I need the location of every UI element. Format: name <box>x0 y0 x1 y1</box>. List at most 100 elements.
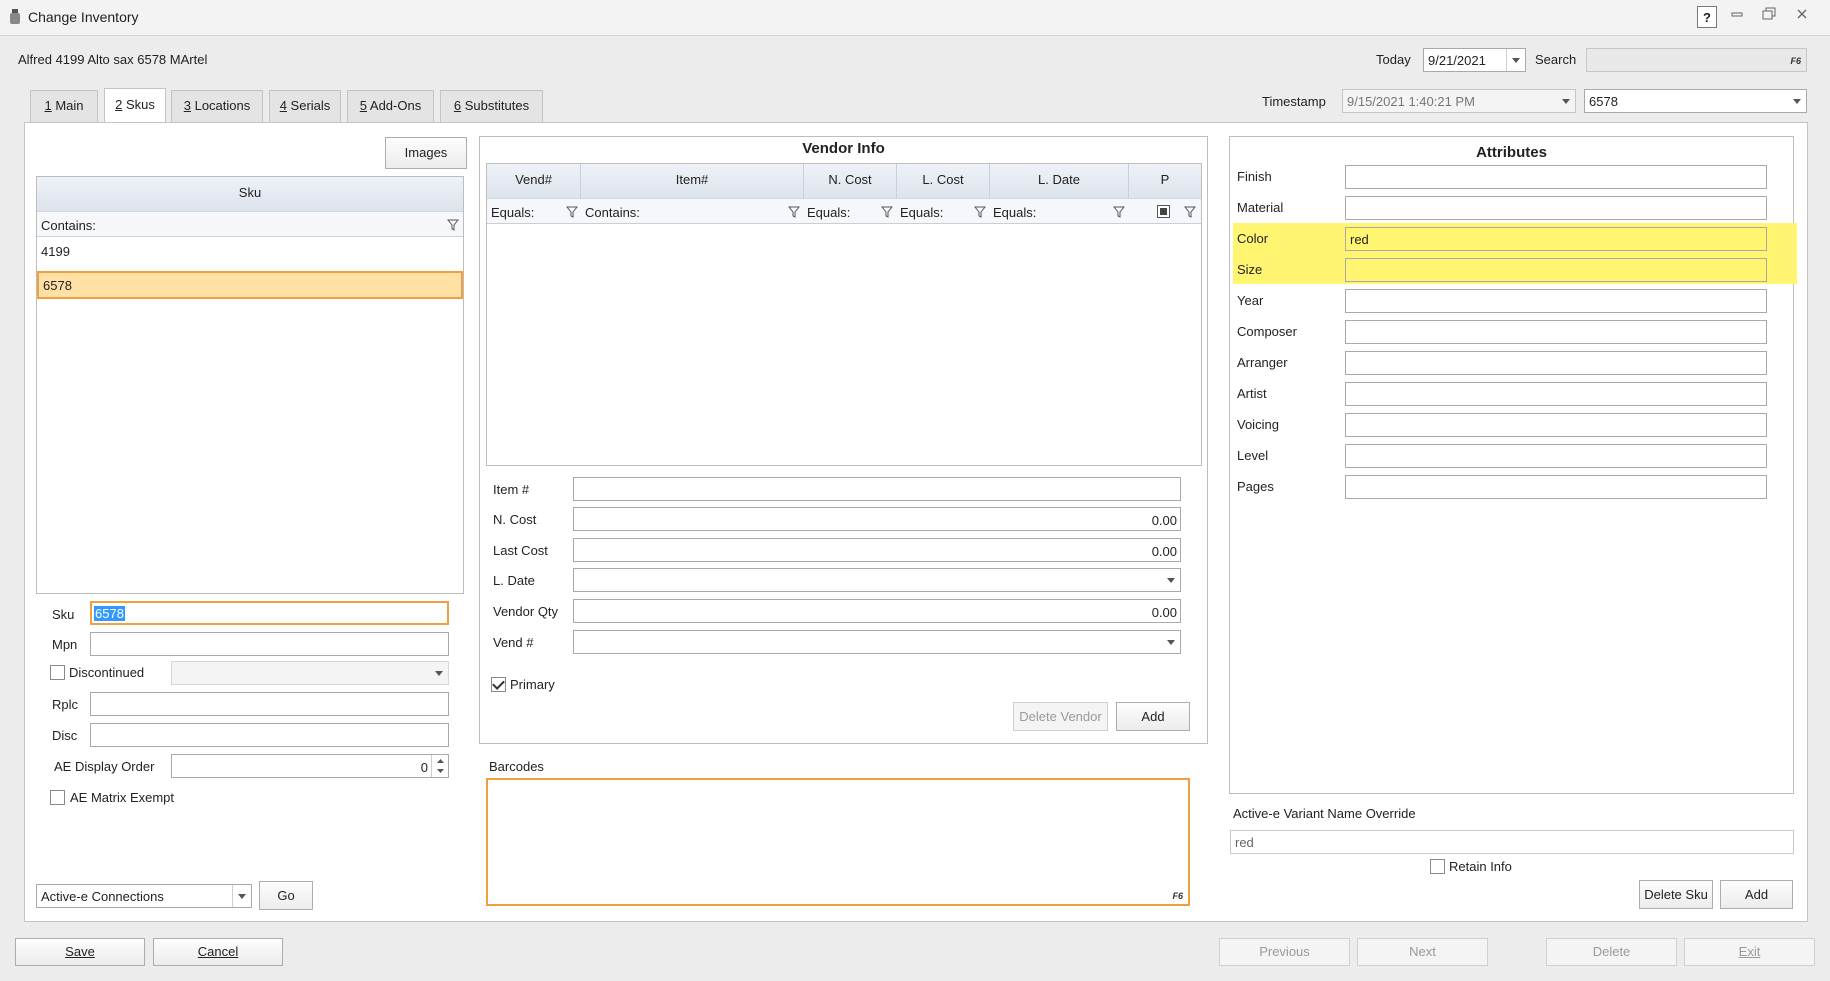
retain-info-label: Retain Info <box>1449 859 1512 874</box>
vendor-info-title: Vendor Info <box>802 140 885 157</box>
add-sku-button[interactable]: Add <box>1720 880 1793 909</box>
attributes-title: Attributes <box>1476 144 1547 161</box>
attribute-input-arranger[interactable] <box>1345 351 1767 375</box>
ncost-label: N. Cost <box>493 512 537 527</box>
ae-matrix-exempt-checkbox[interactable] <box>50 790 65 805</box>
attribute-label-level: Level <box>1237 448 1269 463</box>
next-button[interactable]: Next <box>1357 938 1488 966</box>
sku-input[interactable]: 6578 <box>90 601 449 625</box>
search-input[interactable]: F6 <box>1586 48 1807 72</box>
app-icon <box>10 9 20 24</box>
barcodes-textarea[interactable]: F6 <box>486 778 1190 906</box>
attribute-label-composer: Composer <box>1237 324 1297 339</box>
images-button[interactable]: Images <box>385 137 467 169</box>
tab-skus[interactable]: 2 Skus <box>104 88 166 123</box>
last-cost-label: Last Cost <box>493 543 548 558</box>
chevron-down-icon[interactable] <box>430 662 448 684</box>
help-button[interactable]: ? <box>1697 6 1717 28</box>
primary-checkbox[interactable] <box>491 677 506 692</box>
ldate-picker[interactable] <box>573 568 1181 592</box>
ncost-input[interactable]: 0.00 <box>573 507 1181 531</box>
attribute-input-voicing[interactable] <box>1345 413 1767 437</box>
column-header-vend[interactable]: Vend# <box>487 164 581 198</box>
today-label: Today <box>1376 52 1411 67</box>
tab-add-ons[interactable]: 5 Add-Ons <box>347 90 434 122</box>
item-number-input[interactable] <box>573 477 1181 501</box>
sku-column-header[interactable]: Sku <box>37 177 463 211</box>
discontinued-checkbox[interactable] <box>50 665 65 680</box>
cancel-button[interactable]: Cancel <box>153 938 283 966</box>
last-cost-input[interactable]: 0.00 <box>573 538 1181 562</box>
filter-icon[interactable] <box>566 206 578 218</box>
attribute-input-year[interactable] <box>1345 289 1767 313</box>
add-vendor-button[interactable]: Add <box>1116 702 1190 731</box>
variant-override-input[interactable]: red <box>1230 830 1794 854</box>
stepper-arrows[interactable] <box>431 755 448 777</box>
attribute-input-artist[interactable] <box>1345 382 1767 406</box>
filter-icon[interactable] <box>1113 206 1125 218</box>
table-row-selected[interactable]: 6578 <box>37 271 463 299</box>
disc-label: Disc <box>52 728 78 743</box>
exit-button[interactable]: Exit <box>1684 938 1815 966</box>
column-header-primary[interactable]: P <box>1129 164 1201 198</box>
sku-select[interactable]: 6578 <box>1584 89 1807 113</box>
minimize-icon[interactable] <box>1725 6 1749 28</box>
mpn-input[interactable] <box>90 632 449 656</box>
column-header-ldate[interactable]: L. Date <box>990 164 1129 198</box>
title-bar: Change Inventory ? <box>0 0 1830 36</box>
today-date-picker[interactable]: 9/21/2021 <box>1423 48 1526 72</box>
chevron-down-icon[interactable] <box>1162 569 1180 591</box>
attribute-input-color[interactable]: red <box>1345 227 1767 251</box>
attribute-label-material: Material <box>1237 200 1284 215</box>
timestamp-select[interactable]: 9/15/2021 1:40:21 PM <box>1342 89 1576 113</box>
attribute-input-material[interactable] <box>1345 196 1767 220</box>
table-row[interactable]: 4199 <box>37 237 463 265</box>
chevron-down-icon[interactable] <box>1162 631 1180 653</box>
chevron-down-icon[interactable] <box>1788 90 1806 112</box>
item-title: Alfred 4199 Alto sax 6578 MArtel <box>18 52 208 67</box>
filter-icon[interactable] <box>447 219 459 231</box>
tab-main[interactable]: 1 Main <box>30 90 98 122</box>
f6-hint: F6 <box>1172 891 1183 901</box>
primary-label: Primary <box>510 677 555 692</box>
go-button[interactable]: Go <box>259 881 313 910</box>
retain-info-checkbox[interactable] <box>1430 859 1445 874</box>
restore-icon[interactable] <box>1757 6 1781 28</box>
tab-locations[interactable]: 3 Locations <box>171 90 263 122</box>
column-header-lcost[interactable]: L. Cost <box>897 164 990 198</box>
sku-grid: Sku Contains: 4199 6578 <box>36 176 464 594</box>
connections-select[interactable]: Active-e Connections <box>36 884 252 908</box>
ae-display-order-stepper[interactable]: 0 <box>171 754 449 778</box>
column-header-ncost[interactable]: N. Cost <box>804 164 897 198</box>
attribute-label-voicing: Voicing <box>1237 417 1279 432</box>
chevron-down-icon[interactable] <box>1557 90 1575 112</box>
discontinued-select[interactable] <box>171 661 449 685</box>
attribute-input-pages[interactable] <box>1345 475 1767 499</box>
delete-vendor-button[interactable]: Delete Vendor <box>1013 702 1108 731</box>
save-button[interactable]: Save <box>15 938 145 966</box>
attribute-input-composer[interactable] <box>1345 320 1767 344</box>
tab-substitutes[interactable]: 6 Substitutes <box>440 90 543 122</box>
previous-button[interactable]: Previous <box>1219 938 1350 966</box>
disc-input[interactable] <box>90 723 449 747</box>
attribute-input-size[interactable] <box>1345 258 1767 282</box>
attribute-input-level[interactable] <box>1345 444 1767 468</box>
filter-icon[interactable] <box>788 206 800 218</box>
close-icon[interactable] <box>1790 6 1814 28</box>
chevron-down-icon[interactable] <box>1506 49 1525 71</box>
vendor-qty-input[interactable]: 0.00 <box>573 599 1181 623</box>
delete-button[interactable]: Delete <box>1546 938 1677 966</box>
tab-serials[interactable]: 4 Serials <box>269 90 341 122</box>
vendor-filter-row[interactable]: Equals: Contains: Equals: Equals: Equals… <box>487 198 1201 224</box>
sku-filter-row[interactable]: Contains: <box>37 211 463 237</box>
filter-icon[interactable] <box>1184 206 1196 218</box>
delete-sku-button[interactable]: Delete Sku <box>1639 880 1713 909</box>
vend-number-select[interactable] <box>573 630 1181 654</box>
primary-filter-checkbox[interactable] <box>1157 205 1170 218</box>
column-header-item[interactable]: Item# <box>581 164 804 198</box>
chevron-down-icon[interactable] <box>232 885 251 907</box>
rplc-input[interactable] <box>90 692 449 716</box>
filter-icon[interactable] <box>974 206 986 218</box>
attribute-input-finish[interactable] <box>1345 165 1767 189</box>
filter-icon[interactable] <box>881 206 893 218</box>
